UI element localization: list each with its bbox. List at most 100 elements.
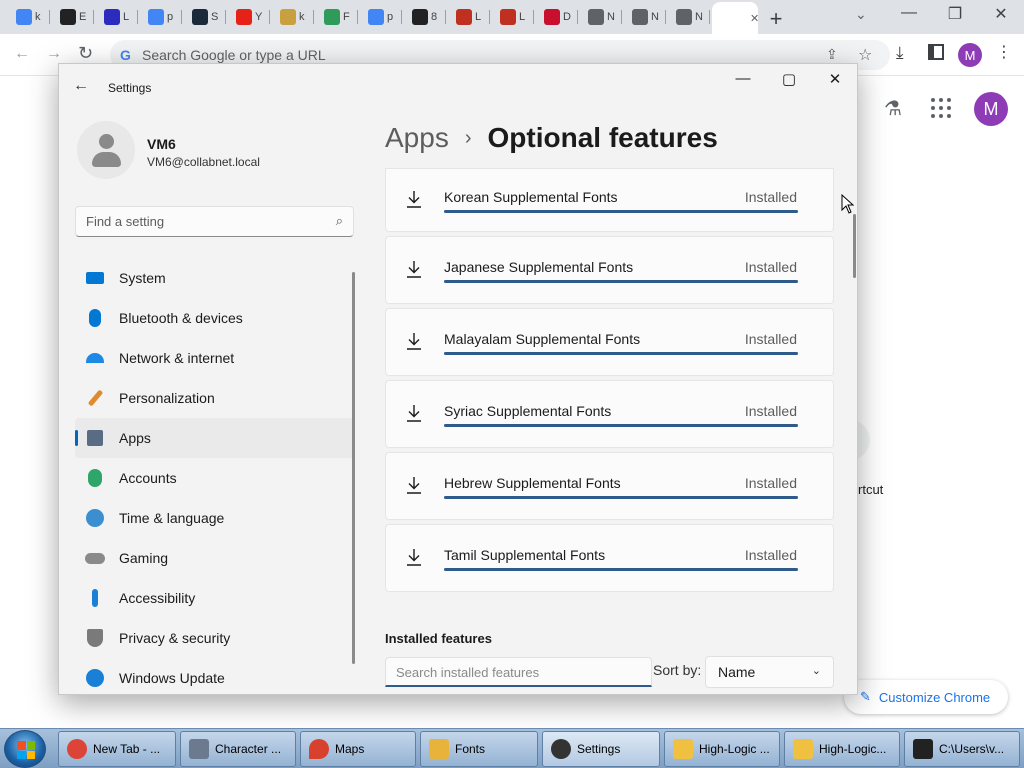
chrome-minimize-icon[interactable]: —	[894, 4, 924, 22]
chrome-restore-icon[interactable]: ❐	[940, 4, 970, 24]
selection-indicator	[75, 430, 78, 446]
feature-name: Japanese Supplemental Fonts	[444, 259, 634, 275]
feature-card[interactable]: Tamil Supplemental Fonts Installed	[385, 524, 834, 592]
feature-status: Installed	[744, 259, 797, 275]
nav-item-personalization[interactable]: Personalization	[75, 378, 354, 418]
taskbar-item[interactable]: C:\Users\v...	[904, 731, 1020, 767]
chrome-tab[interactable]: p	[360, 4, 402, 30]
taskbar-item[interactable]: New Tab - ...	[58, 731, 176, 767]
chrome-tab[interactable]: k	[8, 4, 50, 30]
chrome-tab-title: N	[607, 11, 615, 23]
feature-name: Tamil Supplemental Fonts	[444, 547, 606, 563]
chrome-tab[interactable]: 8	[404, 4, 446, 30]
google-apps-icon[interactable]	[931, 98, 951, 118]
labs-flask-icon[interactable]: ⚗	[884, 96, 902, 121]
chrome-tab[interactable]: L	[492, 4, 534, 30]
profile-avatar[interactable]: M	[958, 43, 982, 67]
chrome-icon	[676, 9, 692, 25]
sort-by-dropdown[interactable]: Name ⌄	[705, 656, 834, 688]
update-icon	[85, 668, 105, 688]
chrome-tab-title: S	[211, 11, 219, 23]
youtube-icon	[236, 9, 252, 25]
progress-fill	[444, 280, 798, 283]
nav-item-windows-update[interactable]: Windows Update	[75, 658, 354, 694]
7zip-icon	[913, 739, 933, 759]
nav-item-network-internet[interactable]: Network & internet	[75, 338, 354, 378]
tab-close-icon[interactable]: ✕	[750, 12, 759, 25]
browser-back-icon[interactable]: ←	[14, 45, 30, 63]
nav-item-accounts[interactable]: Accounts	[75, 458, 354, 498]
chrome-tab-title: F	[343, 11, 350, 23]
find-setting-input[interactable]: Find a setting ⌕	[75, 206, 354, 237]
settings-title-bar: ← Settings — ▢ ✕	[59, 64, 857, 112]
user-avatar[interactable]	[77, 121, 135, 179]
reload-icon[interactable]: ↻	[78, 43, 93, 64]
nav-item-system[interactable]: System	[75, 258, 354, 298]
taskbar-item[interactable]: Fonts	[420, 731, 538, 767]
close-icon[interactable]: ✕	[815, 70, 855, 88]
nav-item-time-language[interactable]: Time & language	[75, 498, 354, 538]
taskbar-item[interactable]: High-Logic...	[784, 731, 900, 767]
taskbar-item-label: New Tab - ...	[93, 742, 161, 756]
nav-scrollbar[interactable]	[352, 272, 355, 664]
chrome-tab[interactable]: L	[448, 4, 490, 30]
chrome-tab[interactable]: D	[536, 4, 578, 30]
chrome-tab[interactable]: k	[272, 4, 314, 30]
taskbar-item[interactable]: Character ...	[180, 731, 296, 767]
feature-card[interactable]: Korean Supplemental Fonts Installed	[385, 168, 834, 232]
taskbar-item[interactable]: Settings	[542, 731, 660, 767]
taskbar-item-label: Fonts	[455, 742, 486, 756]
chrome-tab[interactable]: E	[52, 4, 94, 30]
start-button[interactable]	[4, 730, 46, 768]
chrome-tab[interactable]: L	[96, 4, 138, 30]
nav-item-gaming[interactable]: Gaming	[75, 538, 354, 578]
chrome-tab[interactable]: S	[184, 4, 226, 30]
maximize-icon[interactable]: ▢	[769, 70, 809, 88]
chrome-menu-icon[interactable]: ⋮	[996, 42, 1012, 62]
nav-item-bluetooth-devices[interactable]: Bluetooth & devices	[75, 298, 354, 338]
chrome-tab[interactable]: F	[316, 4, 358, 30]
feature-status: Installed	[744, 475, 797, 491]
feature-status: Installed	[744, 331, 797, 347]
chrome-tab-title: k	[35, 11, 41, 23]
downloads-icon[interactable]: ⤓	[896, 43, 904, 63]
chrome-icon	[67, 739, 87, 759]
nav-item-apps[interactable]: Apps	[75, 418, 354, 458]
chrome-tab[interactable]: p	[140, 4, 182, 30]
feature-card[interactable]: Syriac Supplemental Fonts Installed	[385, 380, 834, 448]
bookmark-star-icon[interactable]: ☆	[858, 45, 872, 65]
feature-card[interactable]: Hebrew Supplemental Fonts Installed	[385, 452, 834, 520]
pencil-icon: ✎	[860, 689, 871, 704]
feature-card[interactable]: Malayalam Supplemental Fonts Installed	[385, 308, 834, 376]
chrome-tab[interactable]: Y	[228, 4, 270, 30]
browser-forward-icon[interactable]: →	[46, 45, 62, 63]
ntp-profile-avatar[interactable]: M	[974, 92, 1008, 126]
share-icon[interactable]: ⇪	[826, 46, 838, 63]
download-icon	[407, 261, 421, 278]
chrome-tab[interactable]: N	[668, 4, 710, 30]
chrome-tab[interactable]: N	[624, 4, 666, 30]
taskbar-item[interactable]: High-Logic ...	[664, 731, 780, 767]
chrome-tab[interactable]: N✕	[712, 2, 759, 34]
taskbar-item-label: C:\Users\v...	[939, 742, 1005, 756]
installed-features-search-input[interactable]: Search installed features	[385, 657, 652, 687]
taskbar-item-label: Maps	[335, 742, 365, 756]
taskbar-item-label: Character ...	[215, 742, 282, 756]
app-icon	[412, 9, 428, 25]
side-panel-icon[interactable]	[928, 44, 944, 60]
breadcrumb-separator-icon: ›	[464, 126, 472, 149]
new-tab-button[interactable]: +	[764, 6, 788, 32]
breadcrumb-parent[interactable]: Apps	[385, 122, 449, 154]
nav-item-privacy-security[interactable]: Privacy & security	[75, 618, 354, 658]
taskbar-item[interactable]: Maps	[300, 731, 416, 767]
chrome-close-icon[interactable]: ✕	[986, 4, 1016, 24]
chrome-tab-title: L	[519, 11, 526, 23]
minimize-icon[interactable]: —	[723, 70, 763, 87]
chrome-tab[interactable]: N	[580, 4, 622, 30]
feature-card[interactable]: Japanese Supplemental Fonts Installed	[385, 236, 834, 304]
tab-search-chevron-icon[interactable]: ⌄	[855, 6, 867, 23]
nav-item-accessibility[interactable]: Accessibility	[75, 578, 354, 618]
back-arrow-icon[interactable]: ←	[73, 77, 89, 95]
customize-chrome-button[interactable]: ✎ Customize Chrome	[844, 680, 1008, 714]
content-scrollbar[interactable]	[853, 214, 856, 278]
